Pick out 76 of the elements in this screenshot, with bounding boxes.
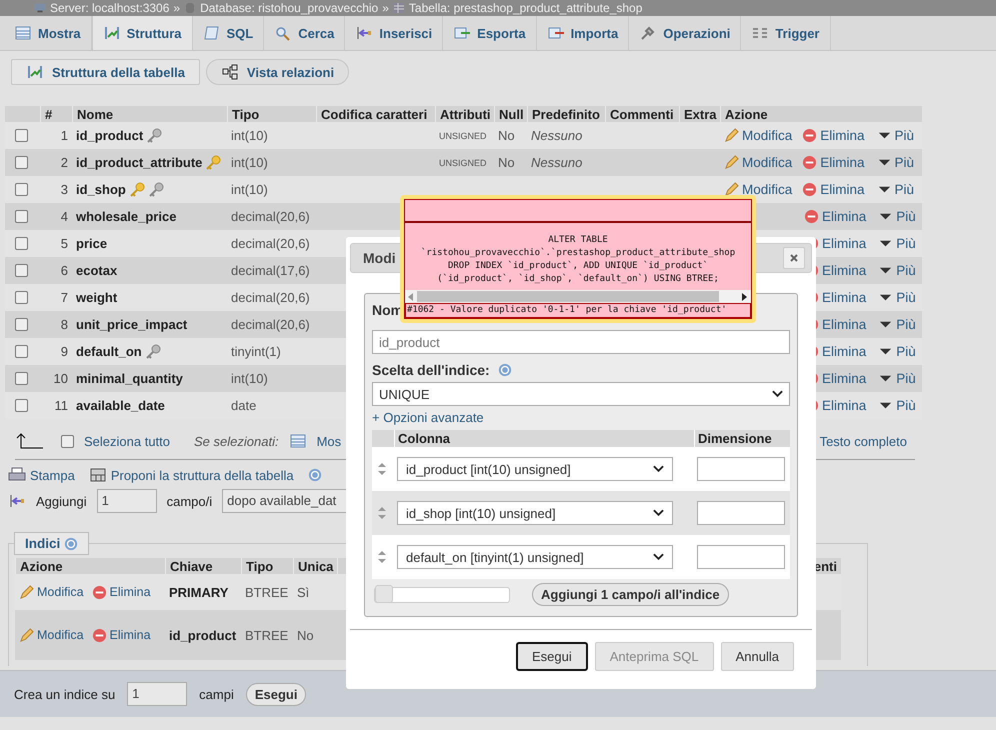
column-name: wholesale_price — [76, 209, 176, 224]
row-number: 1 — [60, 128, 68, 143]
column-null: No — [498, 155, 515, 170]
add-label: Aggiungi — [36, 494, 87, 508]
index-unique: Sì — [297, 584, 310, 600]
column-header: Dimensione — [698, 431, 772, 446]
column-type: decimal(20,6) — [231, 236, 310, 251]
column-header: Codifica caratteri — [321, 106, 428, 122]
row-number: 11 — [54, 398, 68, 413]
unit-label: campo/i — [166, 494, 212, 508]
column-name: available_date — [76, 398, 165, 413]
index-key: id_product — [169, 628, 236, 642]
index-choice-label: Scelta dell'indice: — [372, 362, 490, 378]
breadcrumb-separator: » — [173, 1, 180, 15]
column-type: decimal(20,6) — [231, 290, 310, 305]
indexes-title: Indici — [25, 536, 60, 551]
column-header: Attributi — [440, 106, 491, 122]
column-name: minimal_quantity — [76, 371, 183, 386]
column-header: Azione — [20, 558, 63, 574]
column-header: Colonna — [398, 431, 450, 446]
column-header: Azione — [725, 106, 768, 122]
row-number: 10 — [54, 371, 68, 386]
create-index-label: Crea un indice su — [14, 686, 116, 702]
column-default: Nessuno — [531, 128, 582, 143]
index-type: BTREE — [245, 584, 288, 600]
column-name: price — [76, 236, 108, 251]
column-default: Nessuno — [531, 155, 582, 170]
row-number: 6 — [60, 263, 68, 278]
column-name: default_on — [76, 344, 142, 359]
sql-line: (`id_product`, `id_shop`, `default_on`) USING BTREE; — [437, 273, 719, 286]
column-name: unit_price_impact — [76, 317, 188, 332]
column-name: id_product — [76, 128, 144, 143]
column-name: id_product_attribute — [76, 155, 202, 170]
row-number: 9 — [60, 344, 68, 359]
column-header: Predefinito — [532, 106, 600, 122]
sql-line: DROP INDEX `id_product`, ADD UNIQUE `id_product` — [448, 260, 708, 273]
column-type: int(10) — [231, 371, 268, 386]
column-header: Tipo — [232, 106, 260, 122]
column-header: Commenti — [610, 106, 674, 122]
column-type: decimal(17,6) — [231, 263, 310, 278]
row-number: 8 — [60, 317, 68, 332]
row-number: 7 — [60, 290, 68, 305]
column-header: Extra — [684, 106, 717, 122]
column-type: tinyint(1) — [231, 344, 281, 359]
column-header: Nome — [77, 106, 114, 122]
column-type: date — [231, 398, 256, 413]
sql-line: `ristohou_provavecchio`.`prestashop_product_attribute_shop — [420, 247, 736, 260]
column-header: Null — [499, 106, 524, 122]
with-selected-label: Se selezionati: — [194, 434, 279, 448]
column-type: int(10) — [231, 128, 268, 143]
column-header: Unica — [298, 558, 334, 574]
index-key: PRIMARY — [169, 584, 228, 600]
row-number: 5 — [60, 236, 68, 251]
column-attributes: UNSIGNED — [439, 130, 487, 140]
column-type: decimal(20,6) — [231, 209, 310, 224]
column-attributes: UNSIGNED — [439, 158, 487, 168]
breadcrumb-separator: » — [382, 1, 389, 15]
error-message: #1062 - Valore duplicato '0-1-1' per la chiave 'id_product' — [405, 303, 751, 318]
column-header: Tipo — [246, 558, 274, 574]
dialog-title: Modi — [363, 250, 396, 266]
column-name: id_shop — [76, 182, 126, 197]
column-null: No — [498, 128, 515, 143]
column-name: weight — [76, 290, 118, 305]
row-number: 4 — [60, 209, 68, 224]
column-type: int(10) — [231, 182, 268, 197]
sql-line: ALTER TABLE — [548, 234, 608, 247]
column-header: # — [45, 106, 52, 122]
column-type: decimal(20,6) — [231, 317, 310, 332]
column-name: ecotax — [76, 263, 118, 278]
column-header: Chiave — [170, 558, 213, 574]
unit-label: campi — [199, 686, 234, 702]
row-number: 3 — [60, 182, 68, 197]
index-type: BTREE — [245, 628, 288, 642]
column-type: int(10) — [231, 155, 268, 170]
row-number: 2 — [60, 155, 68, 170]
index-unique: No — [297, 628, 314, 642]
